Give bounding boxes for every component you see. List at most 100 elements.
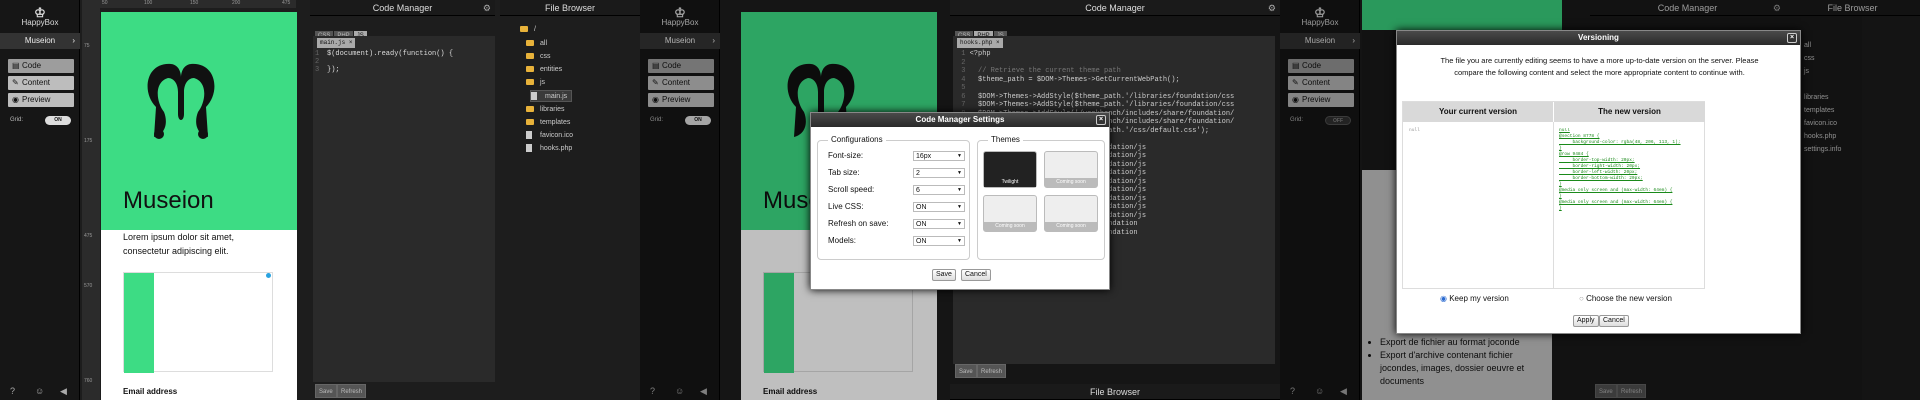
chevron-down-icon: ▼: [957, 170, 962, 176]
models-label: Models:: [828, 236, 857, 245]
code-line: 5: [957, 84, 970, 92]
chevron-down-icon: ▼: [957, 153, 962, 159]
lorem-text: Lorem ipsum dolor sit amet, consectetur …: [123, 232, 235, 256]
ruler-tick: 50: [102, 0, 108, 6]
themes-group: Themes Twilight Coming soon Coming soon …: [977, 135, 1105, 260]
file-tab-hooks[interactable]: hooks.php ×: [957, 38, 1003, 48]
ruler-tick: 75: [84, 43, 90, 49]
choose-new-radio[interactable]: ○ Choose the new version: [1579, 294, 1672, 303]
preview-canvas[interactable]: Museion Lorem ipsum dolor sit amet, cons…: [101, 12, 297, 400]
code-icon: ▤: [12, 61, 20, 70]
ruler-tick: 760: [84, 378, 93, 384]
dialog-title: Code Manager Settings ×: [811, 113, 1109, 127]
file-tree: / all css entities js main.js libraries …: [520, 24, 640, 174]
code-manager-settings-dialog: Code Manager Settings × Configurations Fo…: [810, 112, 1110, 290]
close-icon[interactable]: ×: [1787, 33, 1797, 43]
chevron-down-icon: ▼: [957, 238, 962, 244]
tree-item[interactable]: all: [526, 38, 547, 50]
chevron-down-icon: ▼: [957, 187, 962, 193]
users-icon[interactable]: ☺: [35, 386, 44, 396]
lang-tabs: CSSPHPJS: [315, 24, 368, 41]
hero-title: Museion: [123, 187, 214, 214]
current-version-content: null: [1409, 128, 1420, 133]
refresh-on-save-select[interactable]: ON ▼: [913, 219, 965, 229]
new-version-content: null @section 8778 { background-color: r…: [1559, 128, 1681, 211]
radio-checked-icon: ◉: [1440, 294, 1447, 303]
left-sidebar: ♔ HappyBox Museion › ▤ Code ✎ Content ◉ Previ…: [0, 0, 80, 400]
edit-icon: ✎: [12, 78, 19, 87]
menu-content[interactable]: ✎ Content: [8, 76, 74, 90]
save-button[interactable]: Save: [955, 364, 977, 378]
ruler-tick: 570: [84, 283, 93, 289]
code-manager-title: Code Manager ⚙: [950, 0, 1280, 16]
font-size-select[interactable]: 16px ▼: [913, 151, 965, 161]
versioning-dialog: Versioning × The file you are currently e…: [1396, 30, 1801, 334]
versioning-message: The file you are currently editing seems…: [1440, 56, 1759, 77]
theme-coming-soon[interactable]: Coming soon: [983, 195, 1037, 232]
file-tab-main[interactable]: main.js ×: [317, 38, 356, 48]
ruler-left: 75 175 475 570 760: [82, 8, 100, 400]
tree-item[interactable]: libraries: [526, 104, 565, 116]
tab-size-select[interactable]: 2 ▼: [913, 168, 965, 178]
lang-tabs: CSSPHPJS: [955, 24, 1008, 41]
screenshot-3: ♔ HappyBox Museion › ▤ Code ✎ Content ◉ Previ…: [1280, 0, 1920, 400]
grid-toggle[interactable]: ON: [45, 116, 71, 125]
models-select[interactable]: ON ▼: [913, 236, 965, 246]
code-line: 2: [957, 58, 970, 67]
live-css-label: Live CSS:: [828, 202, 864, 211]
gear-icon[interactable]: ⚙: [1268, 0, 1276, 16]
tree-item[interactable]: css: [526, 51, 551, 63]
close-icon[interactable]: ×: [1096, 115, 1106, 125]
radio-icon: ○: [1579, 294, 1584, 303]
keep-version-radio[interactable]: ◉ Keep my version: [1440, 294, 1509, 303]
live-css-select[interactable]: ON ▼: [913, 202, 965, 212]
apply-button[interactable]: Apply: [1573, 315, 1599, 327]
theme-coming-soon[interactable]: Coming soon: [1044, 195, 1098, 232]
project-selector[interactable]: Museion ›: [0, 33, 80, 49]
chevron-right-icon: ›: [72, 36, 75, 45]
file-browser-title: File Browser: [950, 384, 1280, 400]
compare-panel: Your current version The new version nul…: [1402, 101, 1705, 289]
code-line: 6 $DOM->Themes->AddStyle($theme_path.'/l…: [957, 92, 1235, 101]
megaphone-icon[interactable]: ◀: [60, 386, 67, 397]
refresh-button[interactable]: Refresh: [337, 384, 367, 398]
font-size-label: Font-size:: [828, 151, 864, 160]
theme-twilight[interactable]: Twilight: [983, 151, 1037, 188]
code-line: 7 $DOM->Themes->AddStyle($theme_path.'/l…: [957, 101, 1235, 109]
save-button[interactable]: Save: [315, 384, 337, 398]
theme-coming-soon[interactable]: Coming soon: [1044, 151, 1098, 188]
settings-cancel-button[interactable]: Cancel: [961, 269, 991, 281]
tab-size-label: Tab size:: [828, 168, 860, 177]
grid-label: Grid:: [10, 117, 24, 123]
configurations-group: Configurations Font-size: 16px ▼ Tab size…: [817, 135, 970, 260]
refresh-button[interactable]: Refresh: [977, 364, 1007, 378]
dialog-title: Versioning ×: [1397, 31, 1800, 45]
code-line: });: [327, 66, 340, 74]
tree-item-selected[interactable]: main.js: [530, 90, 573, 102]
tree-root[interactable]: /: [520, 24, 536, 36]
tree-item[interactable]: js: [526, 77, 545, 89]
code-line: 3 // Retrieve the current theme path: [957, 67, 1121, 75]
versioning-cancel-button[interactable]: Cancel: [1599, 315, 1629, 327]
ruler-tick: 150: [190, 0, 199, 6]
settings-save-button[interactable]: Save: [932, 269, 956, 281]
menu-code[interactable]: ▤ Code: [8, 59, 74, 73]
form-image: [123, 272, 273, 373]
line-numbers: 123: [315, 50, 320, 74]
ruler-tick: 175: [84, 138, 93, 144]
help-icon[interactable]: ?: [10, 386, 15, 396]
tree-item[interactable]: entities: [526, 64, 562, 76]
configurations-legend: Configurations: [828, 135, 886, 144]
code-editor[interactable]: main.js × 123 $(document).ready(function…: [313, 36, 495, 382]
menu-preview[interactable]: ◉ Preview: [8, 93, 74, 107]
gear-icon[interactable]: ⚙: [483, 0, 491, 16]
scroll-speed-label: Scroll speed:: [828, 185, 875, 194]
ruler-tick: 475: [282, 0, 291, 6]
tree-item[interactable]: favicon.ico: [526, 130, 573, 142]
tree-item[interactable]: templates: [526, 117, 570, 129]
tree-item[interactable]: hooks.php: [526, 143, 572, 155]
refresh-on-save-label: Refresh on save:: [828, 219, 889, 228]
app-logo: ♔ HappyBox: [21, 5, 59, 27]
scroll-speed-select[interactable]: 6 ▼: [913, 185, 965, 195]
chevron-down-icon: ▼: [957, 204, 962, 210]
